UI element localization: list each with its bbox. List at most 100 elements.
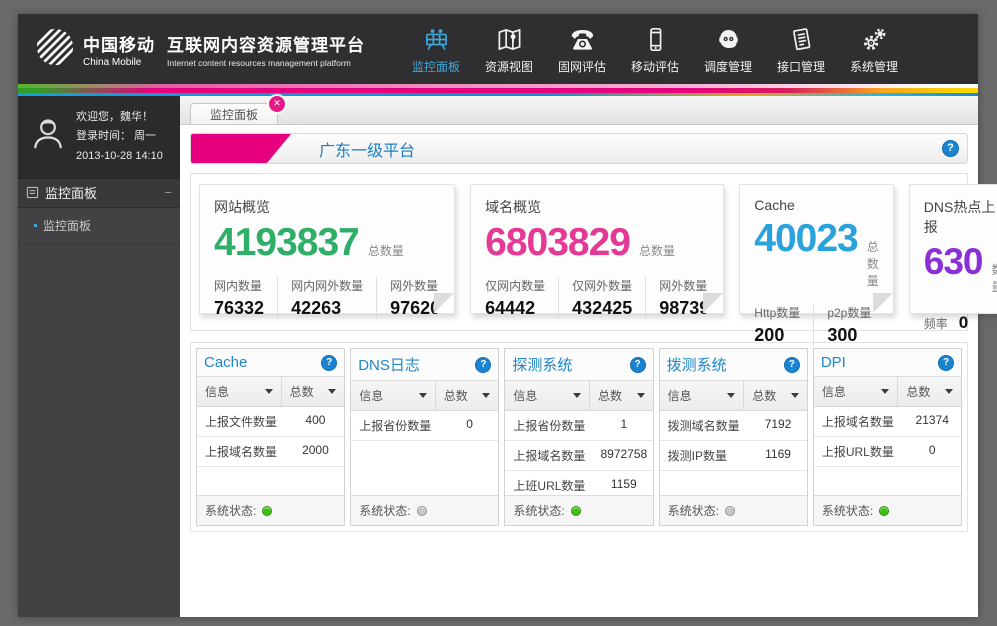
sidebar-item-label: 监控面板 — [43, 217, 91, 234]
total-column-dropdown[interactable]: 总数 — [281, 377, 345, 406]
total-column-dropdown[interactable]: 总数 — [589, 381, 653, 410]
card-total-label: 总数量 — [368, 242, 404, 259]
chevron-down-icon — [573, 393, 581, 398]
stat-label: 网内网外数量 — [291, 277, 363, 294]
status-dot — [262, 506, 272, 516]
summary-card-domain-overview: 域名概览 6803829 总数量 仅网内数量 64442 仅网外数量 — [470, 184, 724, 314]
stat-label: p2p数量 — [827, 304, 871, 321]
stat-value: 64442 — [485, 298, 545, 319]
chevron-down-icon — [881, 389, 889, 394]
card-total-label: 总数量 — [867, 238, 879, 289]
info-column-dropdown[interactable]: 信息 — [814, 377, 898, 406]
help-icon[interactable]: ? — [475, 357, 491, 373]
row-value: 400 — [287, 407, 345, 436]
status-label: 系统状态: — [822, 502, 873, 519]
table-row: 上报省份数量 1 — [505, 411, 652, 441]
summary-card-website-overview: 网站概览 4193837 总数量 网内数量 76332 网内网外数量 — [199, 184, 455, 314]
stat-value: 300 — [827, 325, 871, 346]
column-label: 总数 — [444, 387, 468, 404]
panel-cache: Cache ? 信息 总数 — [196, 348, 345, 526]
china-mobile-logo-icon — [34, 26, 76, 73]
stat-label: 仅网外数量 — [572, 277, 632, 294]
summary-card-dns-hotspot: DNS热点上报 630 数量 频率 0 分钟 — [909, 184, 997, 314]
main-area: 监控面板 ✕ 广东一级平台 ? 网站概览 4193837 — [180, 96, 978, 617]
nav-item-monitor-panel[interactable]: 监控面板 — [407, 23, 465, 75]
magenta-flag-accent — [191, 134, 291, 163]
help-icon[interactable]: ? — [784, 357, 800, 373]
help-icon[interactable]: ? — [942, 140, 959, 157]
card-stat: Http数量 200 — [754, 304, 800, 346]
row-label: 拨测IP数量 — [660, 441, 750, 470]
map-icon — [496, 23, 523, 53]
card-stat: 网外数量 98739 — [645, 277, 709, 319]
row-value: 1159 — [595, 471, 653, 495]
info-column-dropdown[interactable]: 信息 — [197, 377, 281, 406]
nav-item-dispatch-mgmt[interactable]: 调度管理 — [699, 23, 757, 75]
status-label: 系统状态: — [668, 502, 719, 519]
info-column-dropdown[interactable]: 信息 — [351, 381, 435, 410]
row-value: 21374 — [903, 407, 961, 436]
sidebar-item-monitor-panel[interactable]: 监控面板 — [18, 208, 180, 244]
help-icon[interactable]: ? — [938, 355, 954, 371]
nav-item-interface-mgmt[interactable]: 接口管理 — [772, 23, 830, 75]
table-row: 上报URL数量 0 — [814, 437, 961, 467]
nav-item-fixed-network-eval[interactable]: 固网评估 — [553, 23, 611, 75]
column-label: 总数 — [290, 383, 314, 400]
freq-label: 频率 — [924, 315, 948, 332]
column-label: 信息 — [513, 387, 537, 404]
dashboard-icon — [423, 23, 450, 53]
nav-item-mobile-eval[interactable]: 移动评估 — [626, 23, 684, 75]
total-column-dropdown[interactable]: 总数 — [743, 381, 807, 410]
app-title: 互联网内容资源管理平台 — [167, 31, 365, 56]
panel-dns-log: DNS日志 ? 信息 总数 — [350, 348, 499, 526]
document-icon — [788, 23, 815, 53]
info-column-dropdown[interactable]: 信息 — [505, 381, 589, 410]
sidebar: 欢迎您，魏华！ 登录时间： 周一 2013-10-28 14:10 监控面板 −… — [18, 96, 180, 617]
column-label: 信息 — [668, 387, 692, 404]
sidebar-menu-header-label: 监控面板 — [45, 183, 97, 202]
card-total-label: 总数量 — [639, 242, 675, 259]
welcome-text: 欢迎您，魏华！ — [76, 108, 163, 127]
help-icon[interactable]: ? — [321, 355, 337, 371]
nav-item-system-mgmt[interactable]: 系统管理 — [845, 23, 903, 75]
status-label: 系统状态: — [513, 502, 564, 519]
row-value: 1169 — [749, 441, 807, 470]
collapse-minus-icon[interactable]: − — [164, 185, 172, 200]
panel-title: Cache — [204, 354, 247, 371]
brand-name-en: China Mobile — [83, 57, 155, 68]
panel-title: DNS日志 — [358, 354, 420, 375]
panel-list-icon — [26, 186, 39, 199]
telephone-icon — [569, 23, 596, 53]
total-column-dropdown[interactable]: 总数 — [435, 381, 499, 410]
card-stat: 仅网内数量 64442 — [485, 277, 545, 319]
app-window: 中国移动 China Mobile 互联网内容资源管理平台 Internet c… — [18, 14, 978, 617]
card-total-label: 数量 — [992, 261, 997, 295]
column-label: 总数 — [752, 387, 776, 404]
tab-monitor-panel[interactable]: 监控面板 ✕ — [190, 103, 278, 124]
panel-title: 探测系统 — [512, 354, 572, 375]
panel-probe-system: 探测系统 ? 信息 总数 — [504, 348, 653, 526]
tab-close-icon[interactable]: ✕ — [269, 96, 285, 112]
card-total-value: 4193837 — [214, 223, 359, 262]
help-icon[interactable]: ? — [630, 357, 646, 373]
row-label: 上报文件数量 — [197, 407, 287, 436]
table-row: 上报域名数量 21374 — [814, 407, 961, 437]
total-column-dropdown[interactable]: 总数 — [897, 377, 961, 406]
sidebar-menu-header-monitor-panel[interactable]: 监控面板 − — [18, 178, 180, 208]
nav-item-resource-view[interactable]: 资源视图 — [480, 23, 538, 75]
card-total-value: 630 — [924, 243, 983, 280]
stat-value: 42263 — [291, 298, 363, 319]
card-title: 网站概览 — [214, 197, 440, 217]
table-row: 上班URL数量 1159 — [505, 471, 652, 495]
panel-dpi: DPI ? 信息 总数 — [813, 348, 962, 526]
info-column-dropdown[interactable]: 信息 — [660, 381, 744, 410]
nav-label: 系统管理 — [850, 58, 898, 75]
stat-value: 98739 — [659, 298, 709, 319]
chevron-down-icon — [945, 389, 953, 394]
chevron-down-icon — [482, 393, 490, 398]
card-stat: 网内网外数量 42263 — [277, 277, 363, 319]
panel-title: DPI — [821, 354, 846, 371]
row-label: 上报省份数量 — [351, 411, 441, 440]
china-mobile-logo: 中国移动 China Mobile — [34, 26, 155, 73]
column-label: 总数 — [598, 387, 622, 404]
